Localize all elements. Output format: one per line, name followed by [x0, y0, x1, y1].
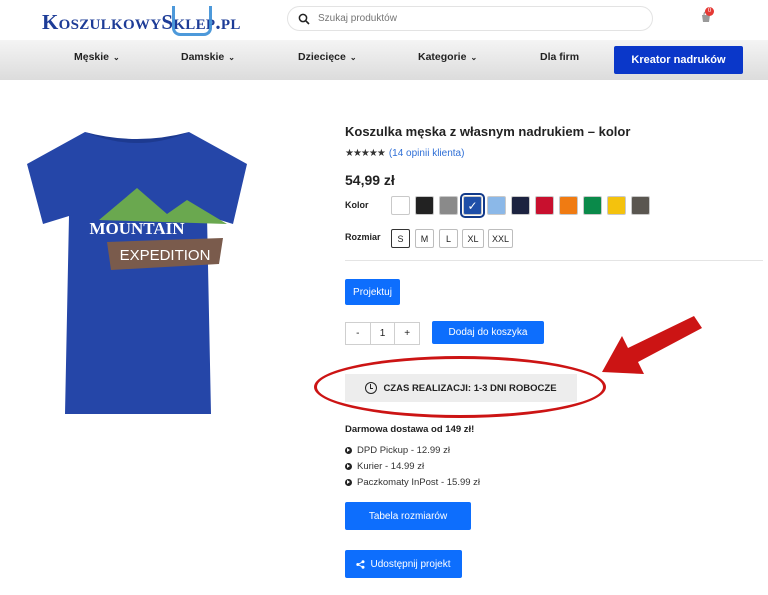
- share-label: Udostępnij projekt: [370, 558, 451, 570]
- qty-value[interactable]: 1: [371, 323, 396, 344]
- delivery-list: DPD Pickup - 12.99 zł Kurier - 14.99 zł …: [345, 442, 480, 490]
- site-logo[interactable]: KoszulkowySklep.pl: [42, 6, 241, 38]
- color-swatch[interactable]: [391, 196, 410, 215]
- share-project-button[interactable]: Udostępnij projekt: [345, 550, 462, 578]
- color-swatch[interactable]: [583, 196, 602, 215]
- nav-label: Dla firm: [540, 51, 580, 63]
- search-bar[interactable]: [287, 6, 653, 31]
- check-icon: ✓: [467, 198, 478, 213]
- play-circle-icon: [345, 478, 352, 486]
- play-circle-icon: [345, 462, 352, 470]
- divider: [345, 260, 763, 261]
- color-swatch[interactable]: [439, 196, 458, 215]
- search-input[interactable]: [318, 13, 618, 24]
- delivery-option: Kurier - 14.99 zł: [345, 458, 480, 474]
- delivery-option: DPD Pickup - 12.99 zł: [345, 442, 480, 458]
- product-price: 54,99 zł: [345, 172, 395, 188]
- delivery-option: Paczkomaty InPost - 15.99 zł: [345, 474, 480, 490]
- delivery-title: Darmowa dostawa od 149 zł!: [345, 424, 475, 435]
- size-option-s[interactable]: S: [391, 229, 410, 248]
- delivery-option-text: Kurier - 14.99 zł: [357, 460, 425, 472]
- shirt-print-bottom: EXPEDITION: [120, 247, 211, 264]
- add-to-cart-button[interactable]: Dodaj do koszyka: [432, 321, 544, 344]
- color-swatch[interactable]: [607, 196, 626, 215]
- logo-mark-icon: [172, 6, 212, 36]
- nav-item-dzieciece[interactable]: Dziecięce ⌄: [298, 51, 357, 63]
- color-swatch[interactable]: [631, 196, 650, 215]
- highlight-ellipse: [314, 356, 606, 418]
- color-swatch[interactable]: [487, 196, 506, 215]
- chevron-down-icon: ⌄: [470, 52, 478, 62]
- kreator-nadrukow-button[interactable]: Kreator nadruków: [614, 46, 743, 74]
- delivery-option-text: DPD Pickup - 12.99 zł: [357, 444, 450, 456]
- product-image[interactable]: MOUNTAIN EXPEDITION: [15, 124, 260, 424]
- red-arrow-icon: [602, 316, 702, 374]
- main-nav: Męskie ⌄ Damskie ⌄ Dziecięce ⌄ Kategorie ⌄ D…: [0, 40, 768, 80]
- color-label: Kolor: [345, 200, 369, 210]
- projektuj-button[interactable]: Projektuj: [345, 279, 400, 305]
- qty-minus-button[interactable]: -: [346, 323, 371, 344]
- product-title: Koszulka męska z własnym nadrukiem – kol…: [345, 124, 631, 139]
- nav-item-dla-firm[interactable]: Dla firm: [540, 51, 579, 63]
- color-swatch[interactable]: ✓: [460, 193, 485, 218]
- chevron-down-icon: ⌄: [228, 52, 235, 62]
- nav-label: Kategorie: [418, 51, 467, 63]
- nav-label: Męskie: [74, 51, 110, 63]
- nav-label: Dziecięce: [298, 51, 346, 63]
- product-rating: ★★★★★ (14 opinii klienta): [345, 148, 464, 159]
- nav-item-kategorie[interactable]: Kategorie ⌄: [418, 51, 477, 63]
- reviews-link[interactable]: (14 opinii klienta): [389, 148, 465, 159]
- page: KoszulkowySklep.pl 0 Męskie⌄ Damskie⌄ Dz…: [0, 0, 768, 595]
- chevron-down-icon: ⌄: [113, 52, 120, 62]
- share-icon: [356, 559, 365, 569]
- qty-plus-button[interactable]: +: [395, 323, 419, 344]
- chevron-down-icon: ⌄: [349, 52, 357, 62]
- color-swatch[interactable]: [415, 196, 434, 215]
- cart-count-badge: 0: [705, 7, 714, 16]
- stars-icon: ★★★★★: [345, 148, 386, 159]
- nav-label: Damskie: [181, 51, 225, 63]
- color-swatch[interactable]: [511, 196, 530, 215]
- size-option-xxl[interactable]: XXL: [488, 229, 513, 248]
- size-option-xl[interactable]: XL: [462, 229, 484, 248]
- quantity-stepper: - 1 +: [345, 322, 420, 345]
- size-label: Rozmiar: [345, 232, 381, 242]
- color-swatch[interactable]: [535, 196, 554, 215]
- size-option-l[interactable]: L: [439, 229, 458, 248]
- color-swatch[interactable]: [559, 196, 578, 215]
- size-table-button[interactable]: Tabela rozmiarów: [345, 502, 471, 530]
- delivery-option-text: Paczkomaty InPost - 15.99 zł: [357, 476, 481, 488]
- nav-item-meskie[interactable]: Męskie ⌄: [74, 51, 120, 63]
- play-circle-icon: [345, 446, 352, 454]
- size-option-m[interactable]: M: [415, 229, 434, 248]
- shirt-print-top: MOUNTAIN: [89, 219, 185, 238]
- search-icon: [298, 13, 310, 25]
- nav-item-damskie[interactable]: Damskie ⌄: [181, 51, 235, 63]
